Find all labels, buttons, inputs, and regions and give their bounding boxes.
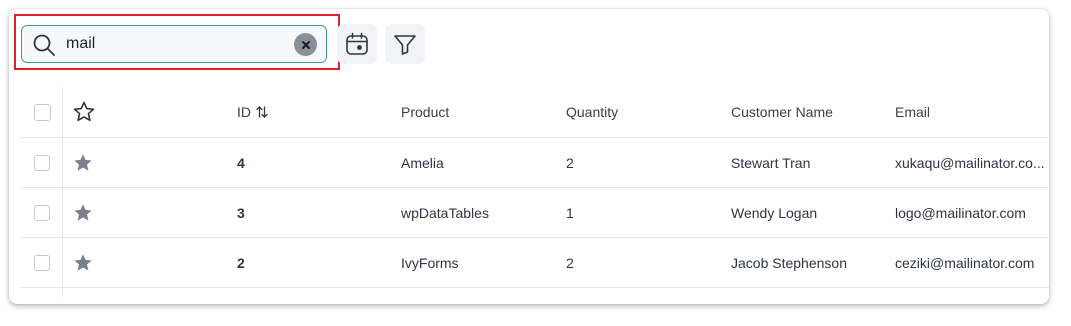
search-input[interactable]: [66, 32, 286, 56]
row-quantity: 2: [566, 254, 574, 271]
star-outline-icon[interactable]: [72, 100, 96, 124]
row-select-cell: [34, 138, 50, 187]
row-customer-name: Wendy Logan: [731, 204, 818, 221]
clear-search-button[interactable]: [294, 33, 317, 56]
table-row[interactable]: 3 wpDataTables 1 Wendy Logan logo@mailin…: [20, 188, 1049, 238]
row-favorite-cell: [72, 138, 94, 187]
search-field[interactable]: [21, 25, 327, 63]
row-product: Amelia: [401, 154, 444, 171]
row-id: 2: [237, 254, 245, 271]
table-row[interactable]: 4 Amelia 2 Stewart Tran xukaqu@mailinato…: [20, 138, 1049, 188]
row-product: wpDataTables: [401, 204, 489, 221]
table-row[interactable]: 2 IvyForms 2 Jacob Stephenson ceziki@mai…: [20, 238, 1049, 288]
row-email: xukaqu@mailinator.co...: [895, 154, 1045, 171]
row-id: 4: [237, 154, 245, 171]
close-icon: [301, 40, 310, 49]
row-id: 3: [237, 204, 245, 221]
favorite-header-cell: [72, 87, 96, 137]
row-email: ceziki@mailinator.com: [895, 254, 1035, 271]
row-select-cell: [34, 238, 50, 287]
filter-icon: [394, 35, 416, 55]
filter-button[interactable]: [385, 24, 425, 64]
column-header-id[interactable]: ID: [237, 87, 268, 137]
row-customer-name: Jacob Stephenson: [731, 254, 847, 271]
date-filter-button[interactable]: [337, 24, 377, 64]
row-checkbox[interactable]: [34, 254, 50, 271]
column-header-product[interactable]: Product: [401, 87, 449, 137]
column-header-customer-name[interactable]: Customer Name: [731, 87, 833, 137]
star-filled-icon[interactable]: [72, 152, 94, 174]
row-checkbox[interactable]: [34, 154, 50, 171]
row-email: logo@mailinator.com: [895, 204, 1026, 221]
row-select-cell: [34, 188, 50, 237]
table-header-row: ID Product Quantity Customer Name Email: [20, 87, 1049, 138]
column-header-id-label: ID: [237, 104, 251, 120]
column-header-quantity[interactable]: Quantity: [566, 87, 618, 137]
search-icon: [33, 34, 55, 56]
select-all-cell: [34, 87, 51, 137]
row-quantity: 2: [566, 154, 574, 171]
row-favorite-cell: [72, 238, 94, 287]
row-favorite-cell: [72, 188, 94, 237]
table-card: ID Product Quantity Customer Name Email: [9, 9, 1049, 304]
row-customer-name: Stewart Tran: [731, 154, 811, 171]
select-all-checkbox[interactable]: [34, 103, 51, 121]
row-product: IvyForms: [401, 254, 459, 271]
column-header-email[interactable]: Email: [895, 87, 1045, 137]
row-checkbox[interactable]: [34, 204, 50, 221]
row-quantity: 1: [566, 204, 574, 221]
data-table: ID Product Quantity Customer Name Email: [20, 87, 1049, 288]
star-filled-icon[interactable]: [72, 202, 94, 224]
sort-icon[interactable]: [256, 105, 268, 119]
star-filled-icon[interactable]: [72, 252, 94, 274]
calendar-icon: [346, 32, 368, 55]
